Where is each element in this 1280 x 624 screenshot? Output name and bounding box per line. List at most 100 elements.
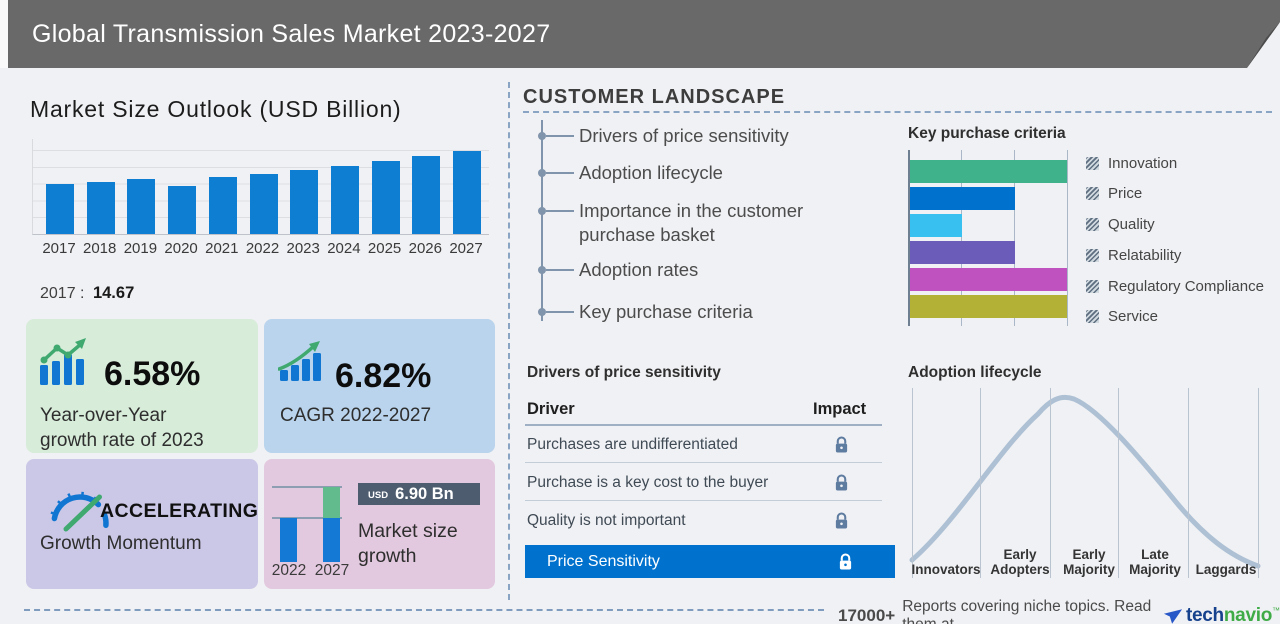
report-count: 17000+: [838, 606, 896, 624]
year-tick-2022: 2022: [245, 240, 280, 257]
legend-swatch-icon: [1086, 187, 1099, 201]
year-tick-2023: 2023: [286, 240, 320, 257]
market-bar-2018: [86, 181, 115, 234]
year-tick-2021: 2021: [205, 240, 239, 257]
year-tick-2027: 2027: [449, 240, 483, 257]
yoy-label-line2: growth rate of 2023: [40, 430, 204, 451]
lock-icon: [835, 512, 848, 529]
legend-label: Quality: [1108, 216, 1155, 234]
stage-label-innovators: Innovators: [911, 562, 981, 577]
customer-landscape-underline: [523, 111, 1272, 113]
section-divider: [508, 82, 510, 600]
bullet-dot: [538, 132, 546, 140]
driver-column-header: Driver: [527, 400, 575, 418]
stage-label-laggards: Laggards: [1195, 562, 1257, 577]
yoy-label-line1: Year-over-Year: [40, 405, 167, 426]
base-year-callout: 2017 : 14.67: [40, 284, 134, 303]
key-purchase-criteria-title: Key purchase criteria: [908, 125, 1066, 142]
landscape-item-label: Adoption lifecycle: [579, 162, 723, 183]
row-separator: [525, 500, 882, 501]
legend-item-6: Service: [1086, 305, 1264, 329]
infographic-canvas: Global Transmission Sales Market 2023-20…: [0, 0, 1280, 624]
adoption-lifecycle-chart: Innovators Early Adopters Early Majority La…: [908, 388, 1262, 578]
stage-label-early-adopters: Early Adopters: [990, 547, 1050, 577]
page-title: Global Transmission Sales Market 2023-20…: [32, 20, 551, 48]
bullet-connector: [546, 172, 574, 174]
base-year: 2017: [40, 285, 76, 302]
market-bar-2017: [46, 184, 74, 234]
landscape-item-label: Adoption rates: [579, 259, 699, 280]
adoption-lifecycle-title: Adoption lifecycle: [908, 364, 1042, 381]
bullet-dot: [538, 266, 546, 274]
kpc-bar-relatability: [910, 241, 1015, 264]
kpc-bar-regulatory-compliance: [910, 268, 1067, 291]
kpc-bar-quality: [910, 214, 963, 237]
market-bar-2025: [371, 160, 400, 234]
yoy-growth-card: 6.58% Year-over-Year growth rate of 2023: [26, 319, 258, 453]
year-tick-2025: 2025: [367, 240, 402, 257]
legend-swatch-icon: [1086, 218, 1099, 232]
legend-item-3: Quality: [1086, 213, 1264, 237]
market-chart-year-axis: 2017 2018 2019 2020 2021 2022 2023 2024 2025 2026…: [32, 240, 488, 258]
table-header-underline: [525, 424, 882, 426]
legend-swatch-icon: [1086, 248, 1099, 262]
legend-item-4: Relatability: [1086, 243, 1264, 267]
kpc-gridline-3: [1067, 150, 1068, 326]
kpc-bar-innovation: [910, 160, 1067, 183]
legend-swatch-icon: [1086, 310, 1099, 324]
kpc-bar-price: [910, 187, 1015, 210]
stage-label-late-majority: Late Majority: [1129, 547, 1181, 577]
brand-tech: tech: [1186, 605, 1224, 624]
page-curl-decoration: [1247, 22, 1280, 68]
kpc-legend: Innovation Price Quality Relatability Regula…: [1086, 151, 1264, 336]
mini-year-end: 2027: [314, 562, 350, 579]
year-tick-2020: 2020: [164, 240, 198, 257]
driver-row-1: Purchases are undifferentiated: [527, 436, 738, 453]
price-sensitivity-row[interactable]: Price Sensitivity: [525, 545, 895, 578]
base-year-colon: :: [80, 285, 85, 302]
impact-lock-2: [834, 473, 849, 492]
technavio-arrow-icon: [1163, 608, 1183, 624]
growth-label-line2: growth: [358, 545, 417, 567]
year-tick-2019: 2019: [123, 240, 158, 257]
legend-label: Service: [1108, 308, 1159, 326]
brand-trademark: ™: [1272, 606, 1280, 615]
yoy-growth-label: Year-over-Year growth rate of 2023: [40, 403, 204, 453]
lock-icon-slot: [838, 552, 853, 571]
legend-swatch-icon: [1086, 279, 1099, 293]
growth-amount: 6.90 Bn: [395, 484, 454, 503]
brand-navio: navio: [1223, 605, 1272, 624]
cagr-label: CAGR 2022-2027: [280, 405, 432, 426]
market-size-bar-chart: [32, 139, 489, 235]
growth-arrow-chart-icon: [278, 341, 321, 381]
landscape-item-label: Drivers of price sensitivity: [579, 125, 789, 146]
header-bar: Global Transmission Sales Market 2023-20…: [8, 0, 1280, 68]
market-bar-2027: [453, 150, 481, 234]
technavio-logo[interactable]: tech navio ™: [1163, 605, 1280, 624]
currency-label: USD: [368, 489, 389, 501]
bullet-spine: [541, 120, 543, 321]
legend-item-5: Regulatory Compliance: [1086, 274, 1264, 298]
market-bar-2023: [290, 169, 319, 234]
momentum-label: Growth Momentum: [40, 533, 202, 554]
bullet-connector: [546, 269, 574, 271]
legend-label: Relatability: [1108, 246, 1182, 264]
impact-lock-3: [834, 511, 849, 530]
year-tick-2018: 2018: [83, 240, 117, 257]
year-tick-2024: 2024: [327, 240, 361, 257]
market-bar-2019: [127, 179, 156, 234]
bullet-dot: [538, 308, 546, 316]
market-bar-2024: [330, 165, 359, 234]
driver-row-3: Quality is not important: [527, 512, 686, 529]
legend-label: Regulatory Compliance: [1108, 277, 1264, 295]
lock-icon: [835, 474, 848, 491]
mini-bar-2027: [323, 518, 340, 562]
momentum-value: ACCELERATING: [100, 500, 259, 522]
cagr-card: 6.82% CAGR 2022-2027: [264, 319, 495, 453]
lock-icon: [835, 436, 848, 453]
footer: 17000+ Reports covering niche topics. Re…: [838, 598, 1280, 624]
customer-landscape-title: CUSTOMER LANDSCAPE: [523, 86, 786, 108]
mini-bar-2022: [280, 518, 297, 562]
year-tick-2017: 2017: [42, 240, 76, 257]
market-size-growth-card: 2022 2027 USD 6.90 Bn Market size growth: [264, 459, 495, 589]
